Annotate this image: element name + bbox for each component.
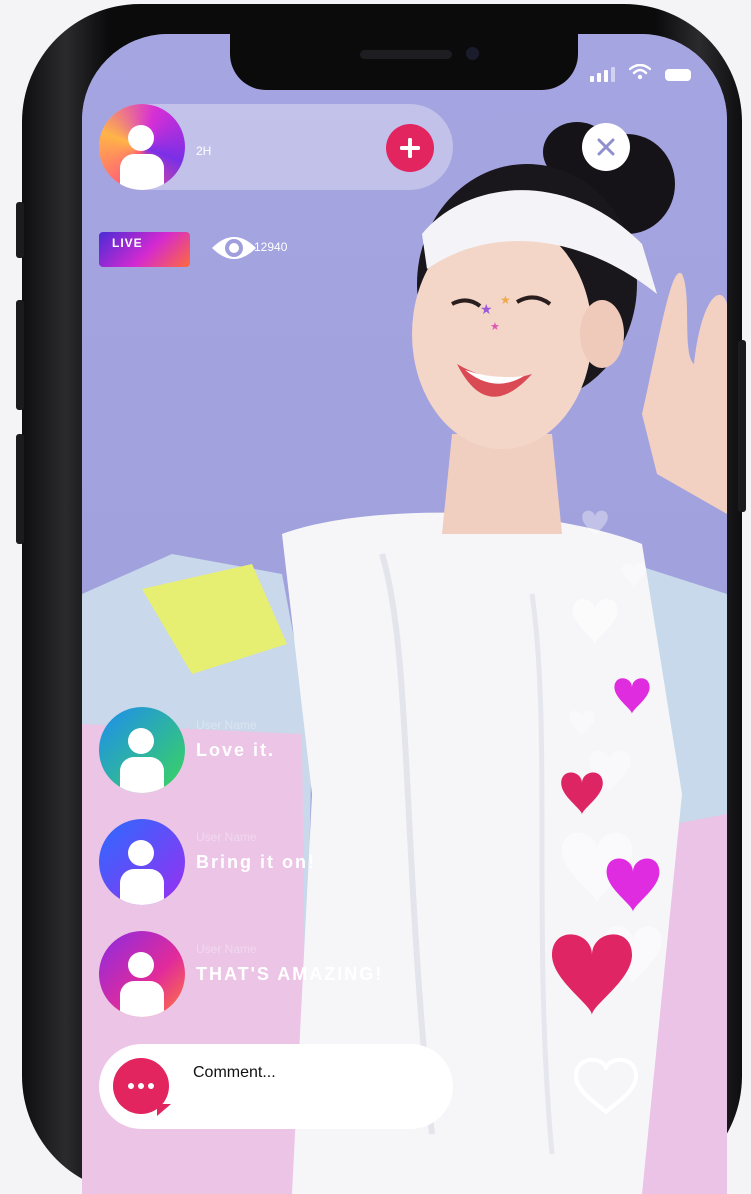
front-camera <box>466 47 479 60</box>
eye-icon <box>212 237 256 259</box>
follow-button[interactable] <box>386 124 434 172</box>
live-label: LIVE <box>112 236 143 250</box>
comment-username: User Name <box>196 830 257 844</box>
plus-icon <box>400 138 420 158</box>
earpiece-speaker <box>360 50 452 59</box>
battery-icon <box>665 68 691 81</box>
commenter-avatar[interactable] <box>99 819 185 905</box>
comment-username: User Name <box>196 942 257 956</box>
comment-item: User Name Bring it on! <box>99 819 519 915</box>
viewer-count: 12940 <box>254 240 288 254</box>
close-icon <box>597 138 615 156</box>
stream-duration: 2H <box>196 144 212 158</box>
host-avatar[interactable] <box>99 104 185 190</box>
volume-down-button <box>16 434 24 544</box>
wifi-icon <box>628 63 652 85</box>
chat-bubble-tail <box>157 1104 171 1116</box>
phone-frame: ★ ★ ★ 2H LIVE 12940 User Name Love it. U… <box>16 4 746 1194</box>
comment-composer[interactable]: Comment... <box>99 1044 453 1129</box>
comment-item: User Name THAT'S AMAZING! <box>99 931 519 1027</box>
comment-item: User Name Love it. <box>99 707 519 803</box>
commenter-avatar[interactable] <box>99 707 185 793</box>
live-stream-screen: ★ ★ ★ 2H LIVE 12940 User Name Love it. U… <box>82 34 727 1194</box>
comment-text: THAT'S AMAZING! <box>196 964 384 984</box>
device-notch <box>230 34 578 90</box>
svg-text:★: ★ <box>500 293 511 307</box>
close-button[interactable] <box>582 123 630 171</box>
comment-input[interactable]: Comment... <box>193 1064 276 1082</box>
comment-username: User Name <box>196 718 257 732</box>
svg-text:★: ★ <box>480 302 493 318</box>
commenter-avatar[interactable] <box>99 931 185 1017</box>
heart-outline-icon[interactable] <box>572 1054 640 1116</box>
svg-text:★: ★ <box>490 320 500 333</box>
status-bar <box>590 63 691 85</box>
volume-up-button <box>16 300 24 410</box>
mute-switch <box>16 202 24 258</box>
power-button <box>738 340 746 512</box>
comment-text: Bring it on! <box>196 852 316 872</box>
live-badge: LIVE <box>99 232 190 267</box>
signal-icon <box>590 67 615 82</box>
comment-text: Love it. <box>196 740 276 760</box>
